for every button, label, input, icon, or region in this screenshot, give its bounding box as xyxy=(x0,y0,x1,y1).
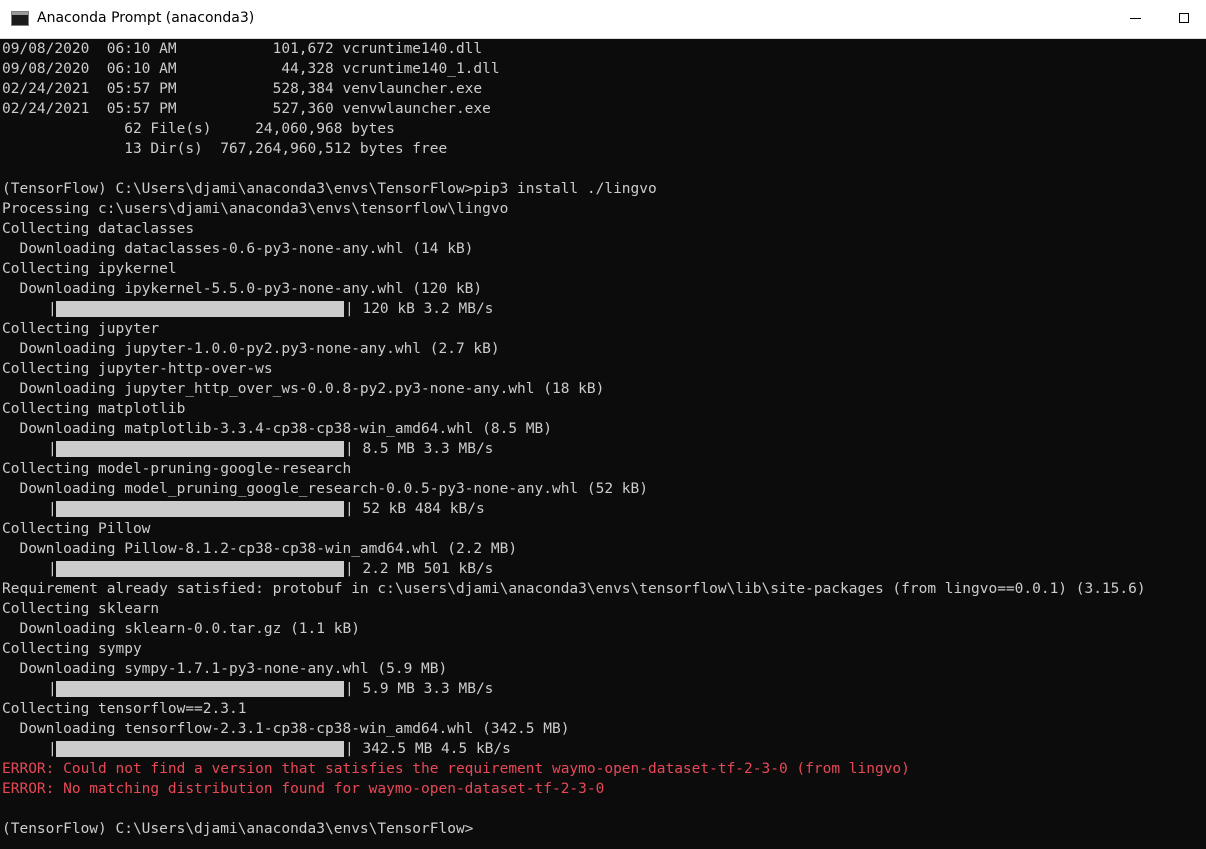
console-line: Collecting tensorflow==2.3.1 xyxy=(2,701,247,717)
console-line: 02/24/2021 05:57 PM 528,384 venvlauncher… xyxy=(2,81,483,97)
console-line: 13 Dir(s) 767,264,960,512 bytes free xyxy=(2,141,448,157)
progress-bar-fill xyxy=(56,301,344,317)
console-line: Downloading jupyter-1.0.0-py2.py3-none-a… xyxy=(2,341,500,357)
console-line: Collecting jupyter xyxy=(2,321,160,337)
console-line: Processing c:\users\djami\anaconda3\envs… xyxy=(2,201,509,217)
minimize-button[interactable] xyxy=(1113,0,1159,38)
console-line: 09/08/2020 06:10 AM 44,328 vcruntime140_… xyxy=(2,61,500,77)
console-line: Downloading model_pruning_google_researc… xyxy=(2,481,649,497)
console-line: Downloading Pillow-8.1.2-cp38-cp38-win_a… xyxy=(2,541,518,557)
console-line: Collecting sympy xyxy=(2,641,142,657)
progress-bar-status: | 342.5 MB 4.5 kB/s xyxy=(345,741,511,757)
progress-bar-status: | 120 kB 3.2 MB/s xyxy=(345,301,494,317)
console-line: Downloading sklearn-0.0.tar.gz (1.1 kB) xyxy=(2,621,360,637)
maximize-button[interactable] xyxy=(1161,0,1206,38)
console-line: 02/24/2021 05:57 PM 527,360 venvwlaunche… xyxy=(2,101,491,117)
progress-bar-line: | | 52 kB 484 kB/s xyxy=(2,499,1206,519)
console-line: Downloading dataclasses-0.6-py3-none-any… xyxy=(2,241,474,257)
progress-bar-fill xyxy=(56,441,344,457)
progress-bar-line: | | 342.5 MB 4.5 kB/s xyxy=(2,739,1206,759)
console-line: Collecting model-pruning-google-research xyxy=(2,461,352,477)
progress-bar-line: | | 8.5 MB 3.3 MB/s xyxy=(2,439,1206,459)
console-line: Downloading jupyter_http_over_ws-0.0.8-p… xyxy=(2,381,605,397)
console-window: Anaconda Prompt (anaconda3) 09/08/2020 0… xyxy=(0,0,1206,849)
console-line: Requirement already satisfied: protobuf … xyxy=(2,581,1146,597)
progress-bar-line: | | 5.9 MB 3.3 MB/s xyxy=(2,679,1206,699)
progress-bar-fill xyxy=(56,561,344,577)
console-line: Downloading sympy-1.7.1-py3-none-any.whl… xyxy=(2,661,448,677)
progress-bar-fill xyxy=(56,681,344,697)
console-line: Collecting Pillow xyxy=(2,521,151,537)
console-line: Collecting matplotlib xyxy=(2,401,186,417)
window-title: Anaconda Prompt (anaconda3) xyxy=(37,10,255,26)
progress-bar-status: | 52 kB 484 kB/s xyxy=(345,501,485,517)
error-line: ERROR: Could not find a version that sat… xyxy=(2,761,910,777)
progress-bar-status: | 5.9 MB 3.3 MB/s xyxy=(345,681,494,697)
progress-bar-line: | | 2.2 MB 501 kB/s xyxy=(2,559,1206,579)
console-line: Collecting sklearn xyxy=(2,601,160,617)
progress-bar-fill xyxy=(56,741,344,757)
progress-bar-fill xyxy=(56,501,344,517)
console-line: 62 File(s) 24,060,968 bytes xyxy=(2,121,395,137)
minimize-icon xyxy=(1130,18,1141,19)
console-line: Downloading matplotlib-3.3.4-cp38-cp38-w… xyxy=(2,421,552,437)
title-bar[interactable]: Anaconda Prompt (anaconda3) xyxy=(0,0,1206,39)
maximize-icon xyxy=(1179,13,1189,23)
console-line: Collecting jupyter-http-over-ws xyxy=(2,361,273,377)
console-line: (TensorFlow) C:\Users\djami\anaconda3\en… xyxy=(2,821,474,837)
console-line: Collecting dataclasses xyxy=(2,221,195,237)
error-line: ERROR: No matching distribution found fo… xyxy=(2,781,605,797)
console-line: 09/08/2020 06:10 AM 101,672 vcruntime140… xyxy=(2,41,483,57)
progress-bar-line: | | 120 kB 3.2 MB/s xyxy=(2,299,1206,319)
progress-bar-status: | 8.5 MB 3.3 MB/s xyxy=(345,441,494,457)
console-line: Downloading ipykernel-5.5.0-py3-none-any… xyxy=(2,281,483,297)
console-line: (TensorFlow) C:\Users\djami\anaconda3\en… xyxy=(2,181,657,197)
console-output[interactable]: 09/08/2020 06:10 AM 101,672 vcruntime140… xyxy=(2,39,1206,849)
progress-bar-status: | 2.2 MB 501 kB/s xyxy=(345,561,494,577)
console-line: Collecting ipykernel xyxy=(2,261,177,277)
console-line: Downloading tensorflow-2.3.1-cp38-cp38-w… xyxy=(2,721,570,737)
terminal-icon[interactable] xyxy=(11,11,29,26)
